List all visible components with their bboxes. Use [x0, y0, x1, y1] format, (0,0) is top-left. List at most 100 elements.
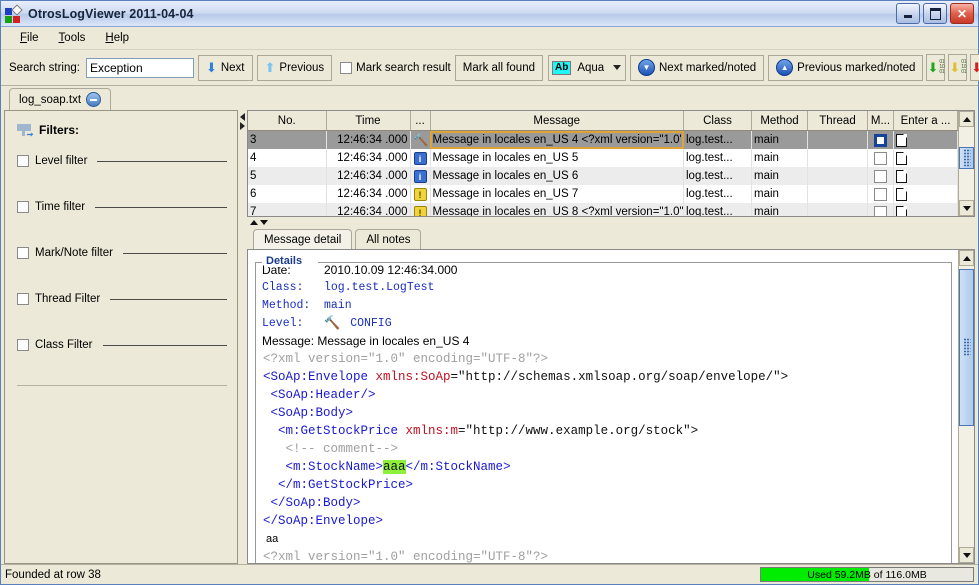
cell-note[interactable]: [893, 185, 958, 203]
column-header-no[interactable]: No.: [248, 111, 327, 131]
maximize-button[interactable]: [923, 3, 947, 24]
export-down-green-button[interactable]: ⬇ 01 10 01: [926, 54, 946, 81]
main-content-area: ➞ Filters: Level filter Time filter Mark…: [1, 110, 978, 564]
next-marked-label: Next marked/noted: [659, 61, 757, 74]
menu-tools[interactable]: Tools: [50, 29, 95, 47]
detail-scrollbar[interactable]: [958, 250, 974, 563]
cell-thread: [807, 149, 868, 167]
table-row[interactable]: 6 12:46:34 .000 ! Message in locales en_…: [248, 185, 958, 203]
grip-icon: [963, 338, 970, 357]
mark-search-result-checkbox[interactable]: Mark search result: [340, 61, 451, 74]
xml-content: <?xml version="1.0" encoding="UTF-8"?> <…: [262, 350, 945, 563]
scroll-thumb[interactable]: [959, 268, 974, 427]
cell-no: 5: [248, 167, 327, 185]
note-page-icon[interactable]: [896, 205, 907, 216]
cell-note[interactable]: [893, 149, 958, 167]
mark-all-found-button[interactable]: Mark all found: [454, 54, 543, 81]
scroll-thumb[interactable]: [959, 147, 974, 170]
column-header-message[interactable]: Message: [430, 111, 684, 131]
column-header-mark[interactable]: M...: [867, 111, 894, 131]
cell-mark[interactable]: [867, 185, 894, 203]
note-page-icon[interactable]: [896, 187, 907, 201]
mark-color-select[interactable]: Ab Aqua: [548, 54, 626, 81]
menu-file[interactable]: FFileile: [11, 29, 48, 47]
cell-note[interactable]: [893, 203, 958, 216]
collapse-right-icon[interactable]: [240, 122, 245, 130]
memory-usage-bar[interactable]: Used 59.2MB of 116.0MB: [760, 567, 974, 582]
xml-envelope-value: ="http://schemas.xmlsoap.org/soap/envelo…: [450, 370, 789, 384]
collapse-left-icon[interactable]: [240, 113, 245, 121]
filter-class[interactable]: Class Filter: [17, 339, 227, 351]
funnel-icon: ➞: [17, 123, 33, 138]
export-down-red-button[interactable]: ⬇ 011001: [970, 54, 979, 81]
mark-checkbox-icon[interactable]: [874, 133, 887, 147]
column-header-thread[interactable]: Thread: [807, 111, 868, 131]
note-page-icon[interactable]: [896, 133, 907, 147]
column-header-time[interactable]: Time: [326, 111, 411, 131]
cell-mark[interactable]: [867, 149, 894, 167]
table-row[interactable]: 5 12:46:34 .000 i Message in locales en_…: [248, 167, 958, 185]
cell-method: main: [751, 203, 808, 216]
vertical-splitter[interactable]: [238, 110, 247, 564]
file-tab-log-soap[interactable]: log_soap.txt: [9, 88, 112, 110]
column-header-level[interactable]: ...: [410, 111, 431, 131]
mark-checkbox-icon[interactable]: [874, 169, 887, 183]
next-marked-button[interactable]: ▼ Next marked/noted: [630, 54, 765, 81]
table-row[interactable]: 7 12:46:34 .000 ! Message in locales en_…: [248, 203, 958, 216]
minimize-button[interactable]: [896, 3, 920, 24]
cell-class: log.test...: [683, 185, 752, 203]
table-row[interactable]: 4 12:46:34 .000 i Message in locales en_…: [248, 149, 958, 167]
xml-comment: <!-- comment-->: [263, 442, 399, 456]
search-input[interactable]: [85, 57, 194, 78]
cell-thread: [807, 167, 868, 185]
column-header-method[interactable]: Method: [751, 111, 808, 131]
detail-row-level: Level: 🔨 CONFIG: [262, 316, 945, 332]
mark-checkbox-icon[interactable]: [874, 187, 887, 201]
detail-date-value: 2010.10.09 12:46:34.000: [324, 263, 458, 277]
previous-marked-button[interactable]: ▲ Previous marked/noted: [768, 54, 924, 81]
cell-no: 6: [248, 185, 327, 203]
filter-level[interactable]: Level filter: [17, 155, 227, 167]
cell-mark[interactable]: [867, 203, 894, 216]
note-page-icon[interactable]: [896, 151, 907, 165]
scroll-down-button[interactable]: [959, 547, 974, 563]
next-button[interactable]: ⬇ Next: [197, 54, 253, 81]
cell-note[interactable]: [893, 130, 958, 149]
filter-time[interactable]: Time filter: [17, 201, 227, 213]
scroll-down-button[interactable]: [959, 200, 974, 216]
scroll-up-button[interactable]: [959, 111, 974, 127]
checkbox-icon: [340, 61, 353, 74]
note-page-icon[interactable]: [896, 169, 907, 183]
cell-mark[interactable]: [867, 130, 894, 149]
tab-all-notes[interactable]: All notes: [355, 229, 422, 249]
close-button[interactable]: ✕: [950, 3, 974, 24]
filter-thread[interactable]: Thread Filter: [17, 293, 227, 305]
cell-method: main: [751, 130, 808, 149]
scroll-up-button[interactable]: [959, 250, 974, 266]
mark-checkbox-icon[interactable]: [874, 205, 887, 216]
table-row[interactable]: 3 12:46:34 .000 🔨 Message in locales en_…: [248, 130, 958, 149]
scroll-track[interactable]: [959, 266, 974, 547]
mark-checkbox-icon[interactable]: [874, 151, 887, 165]
filter-mark-note[interactable]: Mark/Note filter: [17, 247, 227, 259]
cell-note[interactable]: [893, 167, 958, 185]
collapse-up-icon[interactable]: [250, 220, 258, 225]
cell-time: 12:46:34 .000: [326, 149, 411, 167]
column-header-class[interactable]: Class: [683, 111, 752, 131]
previous-button[interactable]: ⬆ Previous: [256, 54, 333, 81]
tab-close-icon[interactable]: [86, 92, 102, 107]
detail-row-date: Date: 2010.10.09 12:46:34.000: [262, 262, 945, 278]
column-header-note[interactable]: Enter a ...: [893, 111, 958, 131]
details-group: Details Date: 2010.10.09 12:46:34.000 Cl…: [255, 255, 952, 563]
log-table-scrollbar[interactable]: [958, 111, 974, 216]
horizontal-splitter[interactable]: [247, 217, 975, 228]
cell-message: Message in locales en_US 7: [430, 185, 684, 203]
checkbox-icon: [17, 339, 29, 351]
export-down-yellow-button[interactable]: ⬇ 01 10 01: [948, 54, 968, 81]
tab-message-detail[interactable]: Message detail: [253, 229, 353, 249]
menu-help[interactable]: Help: [96, 29, 138, 47]
collapse-down-icon[interactable]: [260, 220, 268, 225]
divider: [102, 344, 227, 346]
cell-mark[interactable]: [867, 167, 894, 185]
scroll-track[interactable]: [959, 127, 974, 200]
